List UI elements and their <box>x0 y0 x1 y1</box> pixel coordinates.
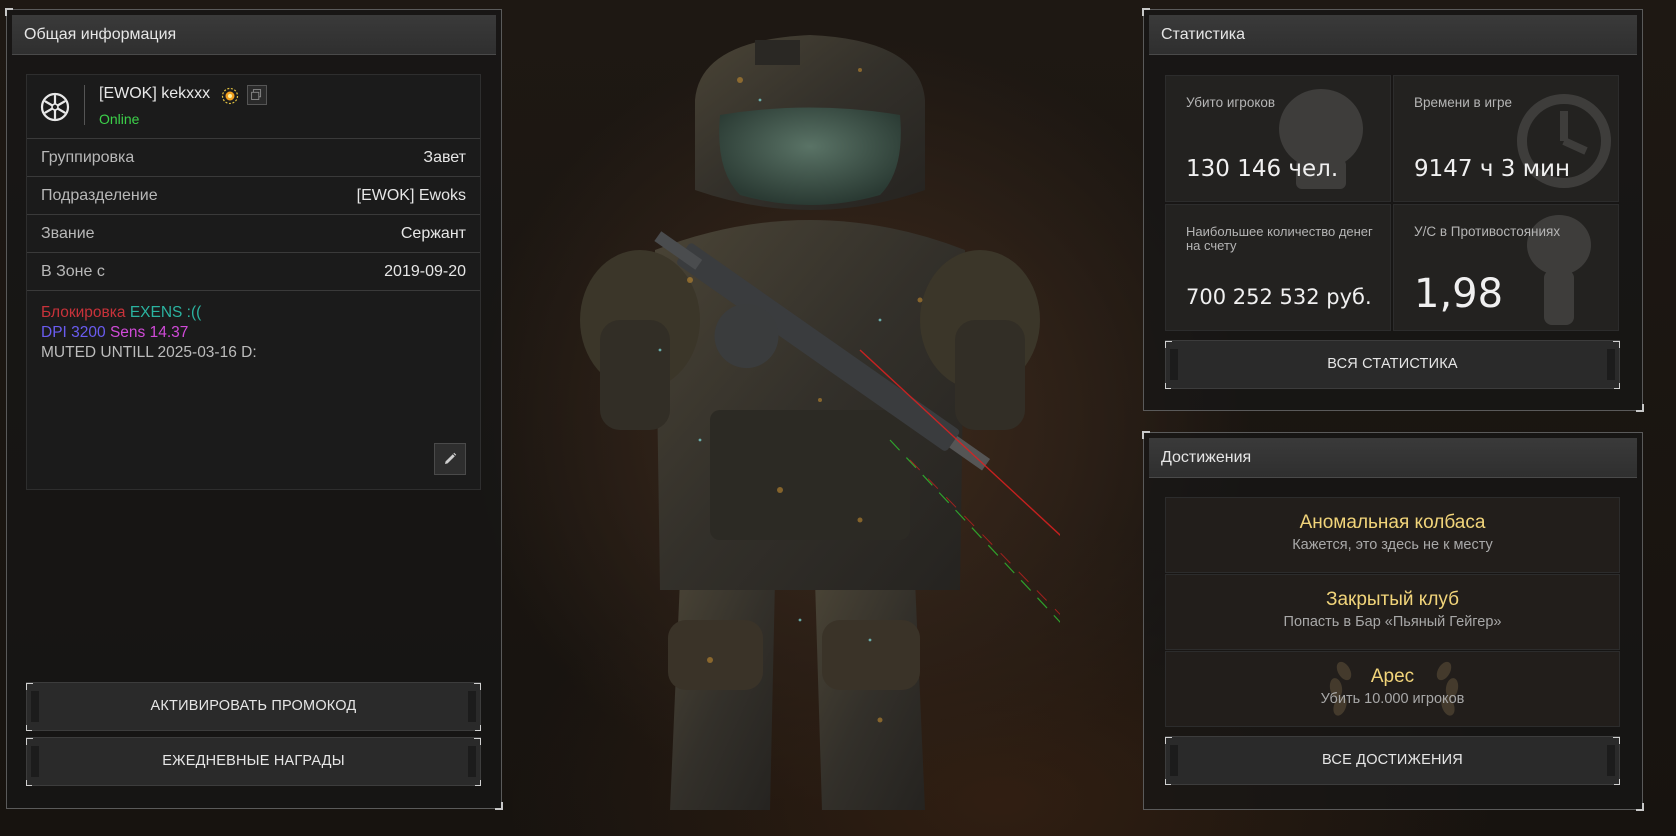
info-label: В Зоне с <box>41 262 105 280</box>
daily-rewards-button[interactable]: ЕЖЕДНЕВНЫЕ НАГРАДЫ <box>26 737 481 786</box>
bio-text: MUTED UNTILL 2025-03-16 D: <box>41 344 257 361</box>
activate-promocode-button[interactable]: АКТИВИРОВАТЬ ПРОМОКОД <box>26 682 481 731</box>
statistics-panel: Статистика Убито игроков 130 146 чел. Вр… <box>1142 8 1644 412</box>
stat-playtime: Времени в игре 9147 ч 3 мин <box>1393 75 1619 202</box>
panel-title: Общая информация <box>12 15 496 55</box>
copy-icon[interactable] <box>247 85 267 105</box>
info-value: [EWOK] Ewoks <box>356 186 466 204</box>
bio-text: EXENS :(( <box>129 304 202 321</box>
stat-value: 700 252 532 руб. <box>1186 285 1372 309</box>
achievement-desc: Убить 10.000 игроков <box>1320 691 1465 707</box>
info-row-faction: Группировка Завет <box>27 139 480 177</box>
bio-text: DPI 3200 <box>41 324 106 341</box>
achievement-title: Арес <box>1370 666 1415 687</box>
profile-card: [EWOK] kekxxx Online Группировка Завет П… <box>26 74 481 490</box>
stat-label: Времени в игре <box>1414 95 1512 110</box>
sun-badge-icon <box>221 87 239 105</box>
achievement-title: Аномальная колбаса <box>1299 512 1486 533</box>
stat-value: 9147 ч 3 мин <box>1414 156 1571 182</box>
stat-kills: Убито игроков 130 146 чел. <box>1165 75 1391 202</box>
panel-title: Достижения <box>1149 438 1637 478</box>
button-label: ВСЯ СТАТИСТИКА <box>1327 356 1458 372</box>
edit-bio-button[interactable] <box>434 443 466 475</box>
player-name: [EWOK] kekxxx <box>99 85 211 102</box>
profile-header: [EWOK] kekxxx Online <box>27 75 480 139</box>
pencil-icon <box>445 452 457 464</box>
achievement-title: Закрытый клуб <box>1325 589 1460 610</box>
achievement-item[interactable]: Закрытый клуб Попасть в Бар «Пьяный Гейг… <box>1165 574 1620 650</box>
button-label: АКТИВИРОВАТЬ ПРОМОКОД <box>150 698 357 714</box>
bio-text: Sens 14.37 <box>109 324 189 341</box>
achievement-desc: Кажется, это здесь не к месту <box>1292 537 1493 553</box>
bio-text: Блокировка <box>41 304 126 321</box>
info-row-rank: Звание Сержант <box>27 215 480 253</box>
achievement-item[interactable]: Аномальная колбаса Кажется, это здесь не… <box>1165 497 1620 573</box>
button-label: ЕЖЕДНЕВНЫЕ НАГРАДЫ <box>162 753 345 769</box>
button-label: ВСЕ ДОСТИЖЕНИЯ <box>1322 752 1463 768</box>
player-bio: Блокировка EXENS :(( DPI 3200 Sens 14.37… <box>27 291 480 375</box>
stats-grid: Убито игроков 130 146 чел. Времени в игр… <box>1165 75 1620 331</box>
info-value: Завет <box>423 148 466 166</box>
stat-kd-ratio: У/С в Противостояниях 1,98 <box>1393 204 1619 331</box>
divider <box>84 85 85 125</box>
achievements-panel: Достижения Аномальная колбаса Кажется, э… <box>1142 431 1644 811</box>
info-row-unit: Подразделение [EWOK] Ewoks <box>27 177 480 215</box>
info-value: Сержант <box>400 224 466 242</box>
stat-label: Наибольшее количество денег на счету <box>1186 224 1373 253</box>
stat-max-money: Наибольшее количество денег на счету 700… <box>1165 204 1391 331</box>
achievement-item[interactable]: Арес Убить 10.000 игроков <box>1165 651 1620 727</box>
info-label: Подразделение <box>41 186 158 204</box>
stat-label: Убито игроков <box>1186 95 1276 110</box>
info-row-zone-since: В Зоне с 2019-09-20 <box>27 253 480 291</box>
all-achievements-button[interactable]: ВСЕ ДОСТИЖЕНИЯ <box>1165 736 1620 785</box>
all-statistics-button[interactable]: ВСЯ СТАТИСТИКА <box>1165 340 1620 389</box>
stat-value: 1,98 <box>1414 271 1504 317</box>
info-label: Звание <box>41 224 95 242</box>
achievement-desc: Попасть в Бар «Пьяный Гейгер» <box>1283 614 1502 630</box>
info-value: 2019-09-20 <box>384 262 466 280</box>
stat-label: У/С в Противостояниях <box>1414 224 1561 239</box>
panel-title: Статистика <box>1149 15 1637 55</box>
online-status: Online <box>99 111 140 127</box>
character-model <box>580 35 1060 810</box>
info-label: Группировка <box>41 148 135 166</box>
stat-value: 130 146 чел. <box>1186 156 1339 182</box>
clan-emblem-icon <box>40 92 70 122</box>
general-info-panel: Общая информация [EWOK] kekxxx Online Гр… <box>5 8 503 810</box>
